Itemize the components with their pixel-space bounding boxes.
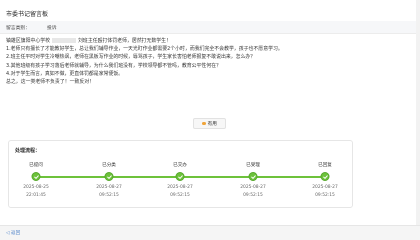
step-label: 已受理 [246, 163, 260, 168]
message-line: 总之，这一类老师不负责了！一致反对！ [6, 79, 95, 86]
message-line: 镇雄区旗阳中心学校 刘班主任殴打体罚老师，居然打无数学生！ [6, 37, 396, 45]
message-line: 2.班主任平时对学生冷嘲热讽，老师在黑板写作业的时候，辱骂孩子，学生家长害怕老师… [6, 54, 256, 61]
progress-connector [40, 175, 105, 178]
message-line-end: 刘班主任殴打体罚老师，居然打无数学生！ [78, 38, 171, 44]
message-line-start: 镇雄区旗阳中心学校 [6, 38, 51, 44]
step-time: 09:52:15 [170, 193, 190, 198]
step-date: 2025-08-27 [167, 185, 193, 190]
page-title: 市委书记留言板 [6, 11, 49, 18]
progress-title: 处理流程： [15, 148, 41, 154]
progress-card: 处理流程： 已提问 2025-08-25 22:01:45 已分类 2025-08-27… [8, 140, 353, 208]
message-body: 镇雄区旗阳中心学校 刘班主任殴打体罚老师，居然打无数学生！ 1.老师只有擅长了才能… [6, 37, 396, 86]
progress-connector [184, 175, 249, 178]
vertical-scrollbar[interactable] [416, 0, 420, 239]
back-link[interactable]: ◁ 返回 [6, 230, 20, 236]
header-bar: 市委书记留言板 [0, 0, 420, 22]
message-line: 3.其他班级有孩子学习落后老师就辅导，为什么我们班没有，学校领导都不管吗，教育公… [6, 62, 221, 69]
step-date: 2025-08-27 [312, 185, 338, 190]
progress-connector [257, 175, 321, 178]
step-label: 已提问 [29, 163, 43, 168]
step-date: 2025-08-27 [240, 185, 266, 190]
check-icon [248, 172, 258, 181]
step-time: 09:52:15 [315, 193, 335, 198]
check-icon [31, 172, 41, 181]
progress-connector [113, 175, 176, 178]
check-icon [104, 172, 114, 181]
info-strip: 留言类别： 投诉 [0, 21, 420, 34]
message-line: 4.对于学生而言，真如不做，更直体罚都是家常便饭。 [6, 70, 124, 77]
flower-icon [202, 121, 206, 126]
category-label: 留言类别： [6, 26, 30, 31]
check-icon [320, 172, 330, 181]
step-time: 22:01:45 [26, 193, 46, 198]
step-time: 09:52:15 [99, 193, 119, 198]
step-label: 已分类 [102, 163, 116, 168]
category-value: 投诉 [47, 26, 57, 31]
useful-button[interactable]: 有用 [193, 118, 226, 129]
step-date: 2025-08-25 [23, 185, 49, 190]
step-label: 已回复 [318, 163, 332, 168]
step-time: 09:52:15 [243, 193, 263, 198]
footer-bar: ◁ 返回 [0, 225, 420, 240]
step-date: 2025-08-27 [96, 185, 122, 190]
redacted-text [52, 38, 77, 43]
check-icon [175, 172, 185, 181]
useful-button-label: 有用 [207, 121, 217, 127]
message-line: 1.老师只有擅长了才能教好学生，总让我们辅导作业，一天光盯作业都需要2个小时，而… [6, 46, 283, 53]
step-label: 已交办 [173, 163, 187, 168]
